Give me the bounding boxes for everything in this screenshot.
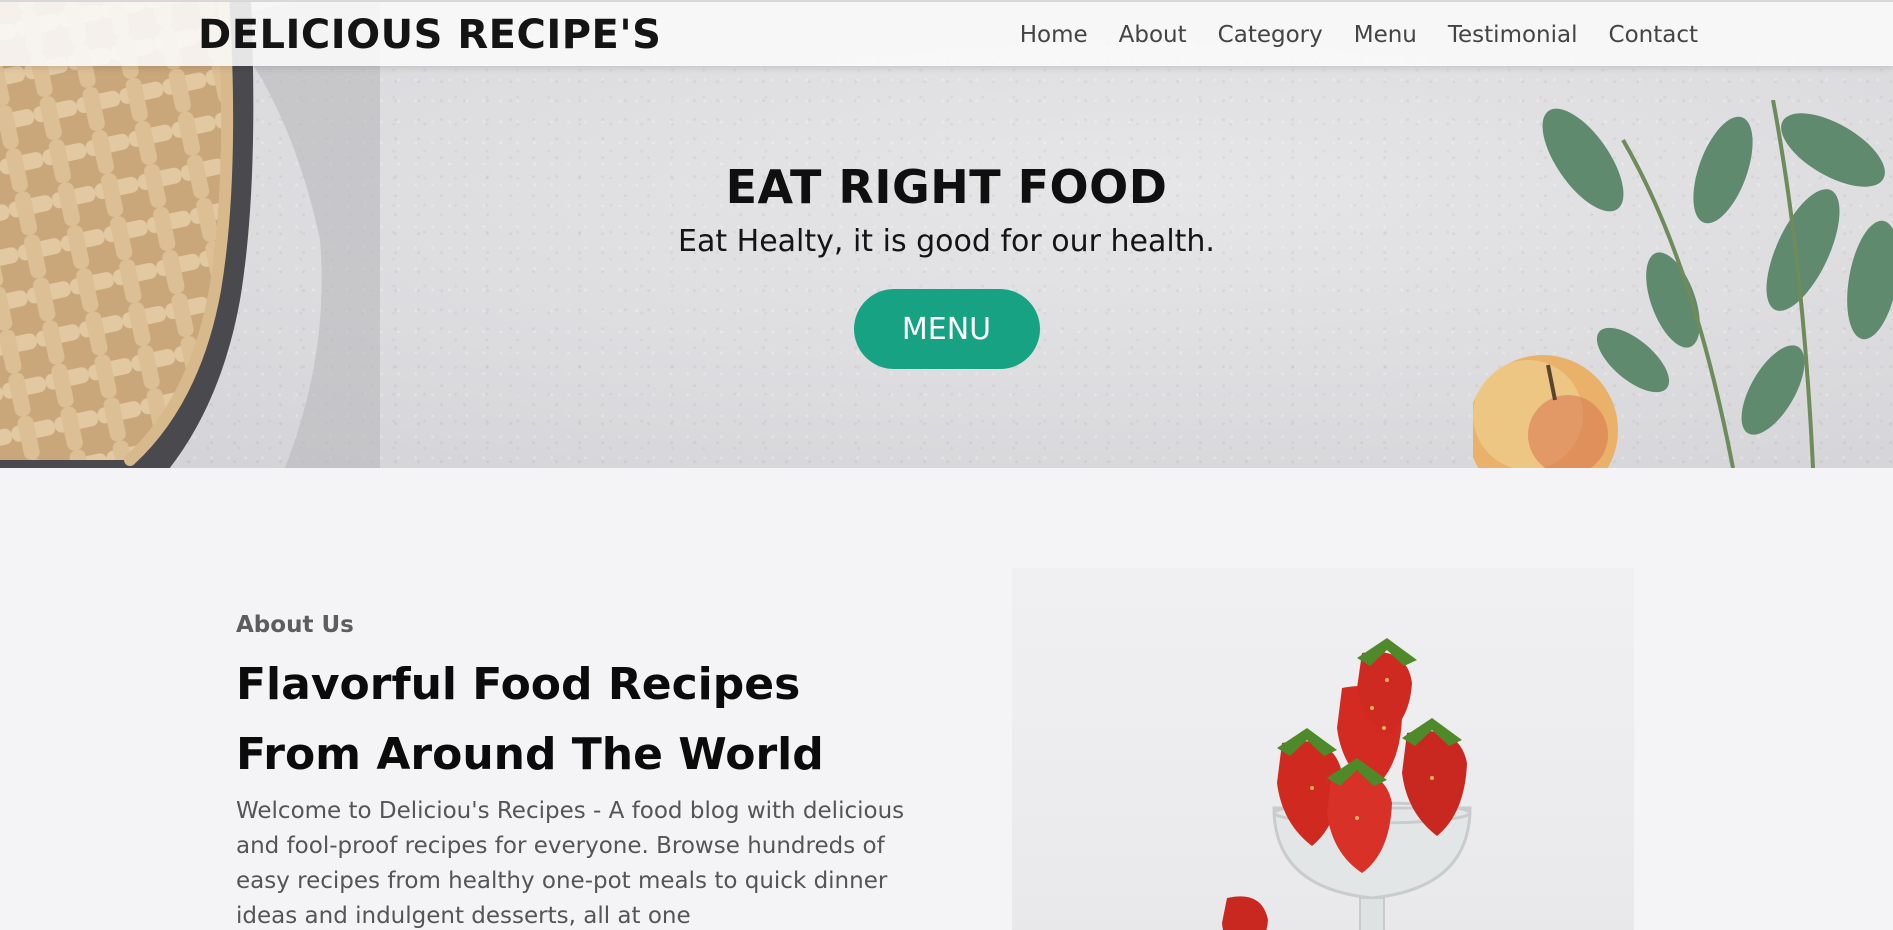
navbar: DELICIOUS RECIPE'S Home About Category M… [0,0,1893,66]
nav-about[interactable]: About [1119,22,1187,48]
about-label: About Us [236,612,354,638]
menu-button[interactable]: MENU [853,289,1040,369]
nav-menu[interactable]: Menu [1354,22,1417,48]
about-heading: Flavorful Food Recipes From Around The W… [236,659,824,780]
nav-links: Home About Category Menu Testimonial Con… [1020,22,1698,48]
about-section: About Us Flavorful Food Recipes From Aro… [0,468,1893,930]
about-text: About Us Flavorful Food Recipes From Aro… [236,612,936,930]
strawberries-image [1012,568,1634,930]
brand-logo[interactable]: DELICIOUS RECIPE'S [198,12,661,58]
nav-category[interactable]: Category [1218,22,1323,48]
nav-testimonial[interactable]: Testimonial [1448,22,1578,48]
nav-contact[interactable]: Contact [1609,22,1698,48]
hero-subtitle: Eat Healty, it is good for our health. [678,224,1215,259]
page: EAT RIGHT FOOD Eat Healty, it is good fo… [0,0,1893,930]
about-body: Welcome to Deliciou's Recipes - A food b… [236,798,905,929]
nav-home[interactable]: Home [1020,22,1088,48]
hero-banner: EAT RIGHT FOOD Eat Healty, it is good fo… [0,0,1893,468]
hero-title: EAT RIGHT FOOD [725,160,1168,214]
hero-content: EAT RIGHT FOOD Eat Healty, it is good fo… [0,160,1893,369]
